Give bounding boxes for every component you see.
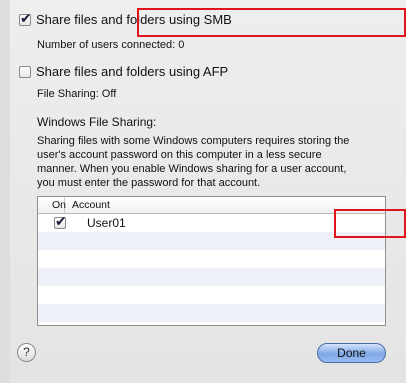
smb-highlight-box <box>137 8 406 37</box>
description-line: Sharing files with some Windows computer… <box>37 135 350 147</box>
account-name: User01 <box>87 216 126 230</box>
smb-checkbox[interactable] <box>19 11 32 27</box>
smb-status: Number of users connected: 0 <box>37 39 185 51</box>
column-header-account[interactable]: Account <box>65 197 110 213</box>
windows-sharing-heading: Windows File Sharing: <box>37 115 157 129</box>
windows-sharing-description: Sharing files with some Windows computer… <box>37 134 387 190</box>
table-row-empty <box>38 268 385 286</box>
afp-checkbox[interactable] <box>19 65 31 78</box>
user-highlight-box <box>334 209 406 238</box>
description-line: you must enter the password for that acc… <box>37 177 261 189</box>
background-strip <box>0 0 10 383</box>
table-row-empty <box>38 304 385 322</box>
table-row-empty <box>38 250 385 268</box>
table-row[interactable]: User01 <box>38 214 385 232</box>
user-enable-checkbox[interactable] <box>54 214 67 230</box>
afp-label[interactable]: Share files and folders using AFP <box>36 64 228 79</box>
description-line: manner. When you enable Windows sharing … <box>37 163 347 175</box>
table-row-empty <box>38 286 385 304</box>
help-button[interactable]: ? <box>17 343 36 362</box>
afp-row: Share files and folders using AFP <box>19 64 228 79</box>
column-header-on[interactable]: On <box>38 197 66 213</box>
afp-status: File Sharing: Off <box>37 88 117 100</box>
table-header: On Account <box>38 197 385 214</box>
done-button[interactable]: Done <box>317 343 386 363</box>
table-row-empty <box>38 232 385 250</box>
description-line: user's account password on this computer… <box>37 149 322 161</box>
